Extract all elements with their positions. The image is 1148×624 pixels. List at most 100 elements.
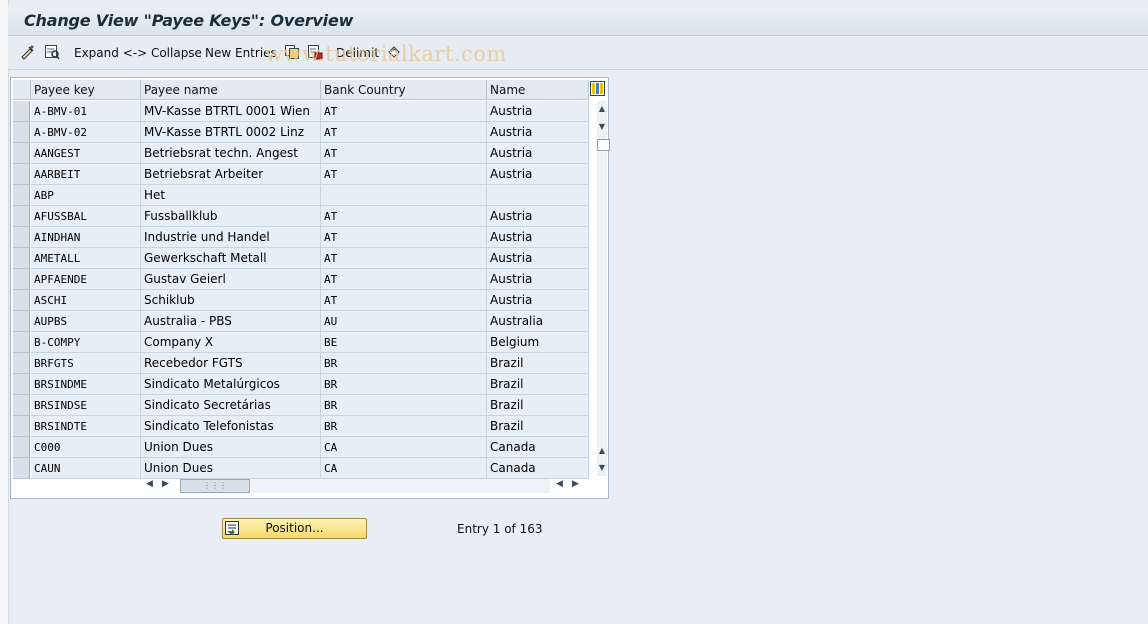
cell-payee-key[interactable]: BRFGTS	[31, 353, 141, 374]
scroll-left-end-icon[interactable]: ◀	[556, 479, 563, 489]
table-row[interactable]: AMETALL Gewerkschaft Metall AT Austria	[13, 248, 589, 269]
cell-name[interactable]: Brazil	[487, 416, 589, 437]
table-row[interactable]: ABP Het	[13, 185, 589, 206]
cell-payee-name[interactable]: Sindicato Metalúrgicos	[141, 374, 321, 395]
table-row[interactable]: APFAENDE Gustav Geierl AT Austria	[13, 269, 589, 290]
row-selector[interactable]	[13, 332, 30, 353]
cell-payee-key[interactable]: AINDHAN	[31, 227, 141, 248]
column-header-name[interactable]: Name	[487, 80, 589, 100]
row-selector[interactable]	[13, 269, 30, 290]
cell-payee-key[interactable]: A-BMV-02	[31, 122, 141, 143]
cell-bank-country[interactable]: AT	[321, 248, 487, 269]
cell-payee-key[interactable]: ASCHI	[31, 290, 141, 311]
row-selector[interactable]	[13, 185, 30, 206]
cell-payee-key[interactable]: AARBEIT	[31, 164, 141, 185]
table-row[interactable]: A-BMV-01 MV-Kasse BTRTL 0001 Wien AT Austri…	[13, 101, 589, 122]
cell-bank-country[interactable]: BR	[321, 374, 487, 395]
cell-payee-name[interactable]: MV-Kasse BTRTL 0001 Wien	[141, 101, 321, 122]
cell-payee-key[interactable]: BRSINDTE	[31, 416, 141, 437]
details-icon[interactable]	[44, 44, 60, 60]
scroll-up-icon[interactable]: ▲	[597, 103, 607, 115]
cell-payee-name[interactable]: MV-Kasse BTRTL 0002 Linz	[141, 122, 321, 143]
column-settings-icon[interactable]	[590, 81, 605, 96]
scroll-thumb[interactable]	[597, 139, 610, 151]
cell-payee-name[interactable]: Betriebsrat Arbeiter	[141, 164, 321, 185]
row-selector[interactable]	[13, 458, 30, 479]
column-header-payee-key[interactable]: Payee key	[31, 80, 141, 100]
table-row[interactable]: AINDHAN Industrie und Handel AT Austria	[13, 227, 589, 248]
table-row[interactable]: B-COMPY Company X BE Belgium	[13, 332, 589, 353]
cell-bank-country[interactable]: AT	[321, 143, 487, 164]
cell-payee-key[interactable]: BRSINDSE	[31, 395, 141, 416]
cell-bank-country[interactable]: AT	[321, 269, 487, 290]
scroll-right-end-icon[interactable]: ▶	[572, 479, 579, 489]
row-selector[interactable]	[13, 101, 30, 122]
cell-name[interactable]: Brazil	[487, 395, 589, 416]
cell-payee-key[interactable]: BRSINDME	[31, 374, 141, 395]
cell-name[interactable]: Brazil	[487, 374, 589, 395]
scroll-left-icon[interactable]: ◀	[146, 479, 153, 489]
cell-name[interactable]: Austria	[487, 164, 589, 185]
cell-bank-country[interactable]: AT	[321, 164, 487, 185]
cell-bank-country[interactable]: BR	[321, 353, 487, 374]
cell-name[interactable]: Belgium	[487, 332, 589, 353]
cell-bank-country[interactable]: CA	[321, 458, 487, 479]
row-selector[interactable]	[13, 122, 30, 143]
table-row[interactable]: C000 Union Dues CA Canada	[13, 437, 589, 458]
cell-name[interactable]: Austria	[487, 269, 589, 290]
table-row[interactable]: AUPBS Australia - PBS AU Australia	[13, 311, 589, 332]
cell-name[interactable]	[487, 185, 589, 206]
cell-payee-name[interactable]: Sindicato Secretárias	[141, 395, 321, 416]
table-row[interactable]: AANGEST Betriebsrat techn. Angest AT Austri…	[13, 143, 589, 164]
cell-payee-key[interactable]: AFUSSBAL	[31, 206, 141, 227]
cell-payee-name[interactable]: Australia - PBS	[141, 311, 321, 332]
scroll-right-icon[interactable]: ▶	[162, 479, 169, 489]
cell-payee-name[interactable]: Company X	[141, 332, 321, 353]
horizontal-scroll-track[interactable]	[250, 479, 550, 493]
cell-bank-country[interactable]: AT	[321, 122, 487, 143]
cell-payee-name[interactable]: Betriebsrat techn. Angest	[141, 143, 321, 164]
cell-payee-key[interactable]: AUPBS	[31, 311, 141, 332]
row-selector[interactable]	[13, 395, 30, 416]
scroll-page-up-icon[interactable]: ▲	[597, 445, 607, 457]
table-row[interactable]: BRSINDTE Sindicato Telefonistas BR Brazil	[13, 416, 589, 437]
cell-name[interactable]: Canada	[487, 458, 589, 479]
column-header-bank-country[interactable]: Bank Country	[321, 80, 487, 100]
cell-payee-key[interactable]: A-BMV-01	[31, 101, 141, 122]
row-selector[interactable]	[13, 164, 30, 185]
row-selector[interactable]	[13, 248, 30, 269]
table-row[interactable]: ASCHI Schiklub AT Austria	[13, 290, 589, 311]
row-selector[interactable]	[13, 353, 30, 374]
cell-payee-key[interactable]: AANGEST	[31, 143, 141, 164]
display-change-icon[interactable]	[20, 44, 36, 60]
cell-payee-key[interactable]: ABP	[31, 185, 141, 206]
table-row[interactable]: AFUSSBAL Fussballklub AT Austria	[13, 206, 589, 227]
cell-bank-country[interactable]: AT	[321, 206, 487, 227]
cell-payee-name[interactable]: Schiklub	[141, 290, 321, 311]
row-selector[interactable]	[13, 227, 30, 248]
select-all-header[interactable]	[13, 80, 31, 100]
cell-name[interactable]: Austria	[487, 227, 589, 248]
cell-name[interactable]: Canada	[487, 437, 589, 458]
cell-bank-country[interactable]: CA	[321, 437, 487, 458]
cell-name[interactable]: Austria	[487, 101, 589, 122]
cell-payee-key[interactable]: AMETALL	[31, 248, 141, 269]
row-selector[interactable]	[13, 143, 30, 164]
row-selector[interactable]	[13, 290, 30, 311]
cell-payee-name[interactable]: Het	[141, 185, 321, 206]
row-selector[interactable]	[13, 437, 30, 458]
column-header-payee-name[interactable]: Payee name	[141, 80, 321, 100]
cell-bank-country[interactable]: BR	[321, 395, 487, 416]
row-selector[interactable]	[13, 206, 30, 227]
cell-name[interactable]: Austria	[487, 206, 589, 227]
horizontal-scroll-thumb[interactable]: ⋮⋮⋮	[180, 479, 250, 493]
position-button[interactable]: Position...	[222, 518, 367, 539]
scroll-down-icon[interactable]: ▼	[597, 121, 607, 133]
cell-name[interactable]: Austria	[487, 248, 589, 269]
cell-bank-country[interactable]: BE	[321, 332, 487, 353]
cell-bank-country[interactable]: AU	[321, 311, 487, 332]
expand-collapse-button[interactable]: Expand <-> Collapse	[74, 46, 202, 60]
table-row[interactable]: BRSINDSE Sindicato Secretárias BR Brazil	[13, 395, 589, 416]
cell-name[interactable]: Austria	[487, 290, 589, 311]
scroll-page-down-icon[interactable]: ▼	[597, 462, 607, 474]
